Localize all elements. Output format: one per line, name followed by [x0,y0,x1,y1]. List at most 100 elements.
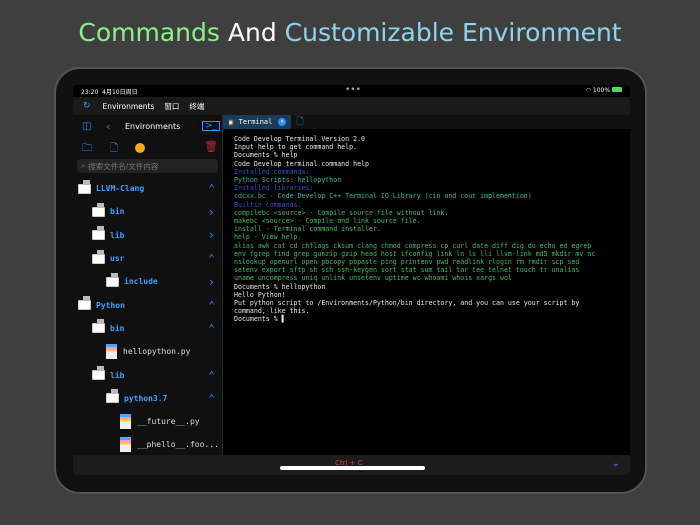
tree-item[interactable]: hellopython.py [73,340,223,363]
terminal-line: Input help to get command help. [234,143,358,152]
search-icon: ⌕ [81,161,86,170]
tree-item[interactable]: Python ⌃ [73,293,223,316]
home-indicator [280,466,425,470]
new-file-icon[interactable]: 🗋 [110,141,118,158]
folder-icon [92,202,105,217]
chevron-up-icon[interactable]: ⌃ [208,369,215,382]
close-tab-icon[interactable]: × [278,118,287,126]
terminal-line: makebc <source> - Compile and link sourc… [234,217,421,226]
tree-item-label: bin [110,323,125,333]
menu-window[interactable]: 窗口 [164,101,179,112]
terminal-line: Code Develop terminal command help [234,159,369,168]
tree-item[interactable]: include › [73,270,223,293]
headline-word: Customizable Environment [284,18,622,47]
menu-bar: ↻ Environments 窗口 终端 [73,97,630,115]
chevron-up-icon[interactable]: ⌃ [208,182,215,195]
tab-label: Terminal [238,118,273,126]
folder-icon [78,179,91,194]
terminal-line: Documents % help [234,151,298,160]
back-chevron-icon[interactable]: ‹ [106,120,110,133]
bottom-bar: Ctrl + C ⌄ [73,455,630,475]
sidebar: ◫ ‹ Environments >_ 🗀 🗋 🗑 ⌕ 搜索文件名/文件内容 L… [73,115,223,455]
terminal-pane: ▣ Terminal × 🗋 Code Develop Terminal Ver… [223,115,630,455]
terminal-line: command, like this. [234,307,310,316]
folder-icon [106,272,119,287]
terminal-line: uname uncompress uniq unlink unsetenv up… [234,274,512,283]
terminal-line: Installed libraries: [234,184,314,193]
folder-icon [78,296,91,311]
search-placeholder: 搜索文件名/文件内容 [88,161,159,171]
tree-item[interactable]: bin ⌃ [73,317,223,340]
menu-terminal[interactable]: 终端 [189,101,204,112]
headline-word: Commands [78,18,220,47]
python-file-icon [120,437,131,453]
chevron-up-icon[interactable]: ⌃ [208,299,215,312]
status-time: 23:20 4月10日周日 [81,87,138,96]
tree-item-label: usr [110,254,125,264]
terminal-line: Python Scripts: hellopython [234,176,342,185]
terminal-line: Hello Python! [234,290,286,299]
tree-item-label: python3.7 [124,393,168,403]
chevron-right-icon[interactable]: › [208,228,215,242]
headline: Commands And Customizable Environment [0,18,700,47]
date: 4月10日周日 [102,89,138,96]
chevron-up-icon[interactable]: ⌃ [208,392,215,405]
trash-icon[interactable]: 🗑 [204,140,218,153]
new-folder-icon[interactable]: 🗀 [82,141,92,158]
folder-icon [106,389,119,404]
folder-icon [92,226,105,241]
new-file-tab-icon[interactable]: 🗋 [296,114,303,130]
status-right: ◠ 100% [586,87,622,94]
terminal-line: env fgrep find grep gunzip gzip head hos… [234,249,596,258]
terminal-line: help - View help. [234,233,302,242]
tree-item[interactable]: bin › [73,200,223,223]
tab-bar: ▣ Terminal × 🗋 [223,115,630,129]
folder-icon [92,366,105,381]
menu-environments[interactable]: Environments [103,102,155,111]
terminal-line: Documents % ▌ [234,315,286,324]
battery-level: 100% [592,87,611,94]
terminal-line: Documents % hellopython [234,282,326,291]
time: 23:20 [81,89,99,96]
tree-item[interactable]: python3.7 ⌃ [73,387,223,410]
chevron-up-icon[interactable]: ⌃ [208,322,215,335]
python-file-icon [120,414,131,430]
tree-item-label: Python [96,300,125,310]
chevron-up-icon[interactable]: ⌃ [208,252,215,265]
tree-item-label: LLVM-Clang [96,184,145,194]
chevron-right-icon[interactable]: › [208,205,215,219]
terminal-line: alias awk cat cd chflags cksum clang chm… [234,241,592,250]
folder-icon [92,319,105,334]
terminal-line: cdcxx.bc - Code Develop C++ Terminal IO … [234,192,532,201]
terminal-line: Installed commands: [234,167,310,176]
tree-item[interactable]: __future__.py [73,410,223,433]
tree-item-label: hellopython.py [123,347,191,357]
open-folder-icon[interactable] [135,143,145,153]
tree-item[interactable]: usr ⌃ [73,247,223,270]
sidebar-title: Environments [125,121,181,131]
multitask-dots-icon[interactable]: ••• [345,85,361,95]
terminal-line: Builtin commands: [234,200,302,209]
battery-icon [612,87,622,92]
tree-item[interactable]: LLVM-Clang ⌃ [73,177,223,200]
tree-item[interactable]: lib ⌃ [73,363,223,386]
tree-item[interactable]: lib › [73,224,223,247]
search-input[interactable]: ⌕ 搜索文件名/文件内容 [77,159,218,173]
terminal-icon[interactable]: >_ [202,121,221,131]
tree-item-label: bin [110,207,125,217]
chevron-down-icon[interactable]: ⌄ [612,458,620,469]
sidebar-toggle-icon[interactable]: ◫ [82,121,91,132]
terminal-output[interactable]: Code Develop Terminal Version 2.0 Input h… [223,129,630,324]
terminal-line: compilebc <source> - Compile source file… [234,208,449,217]
tree-item-label: lib [110,370,125,380]
tree-item[interactable]: __phello__.foo... [73,433,223,456]
tree-item-label: lib [110,230,125,240]
terminal-tab-icon: ▣ [228,118,234,126]
tab-terminal[interactable]: ▣ Terminal × [223,115,292,129]
terminal-line: Put python script to /Environments/Pytho… [234,299,580,308]
terminal-line: setenv export sftp sh ssh ssh-keygen sor… [234,266,580,275]
file-tree: LLVM-Clang ⌃ bin › lib › usr ⌃ include › Python ⌃ bi… [73,177,223,457]
python-file-icon [106,344,117,360]
tree-item-label: include [124,277,158,287]
chevron-right-icon[interactable]: › [208,275,215,289]
